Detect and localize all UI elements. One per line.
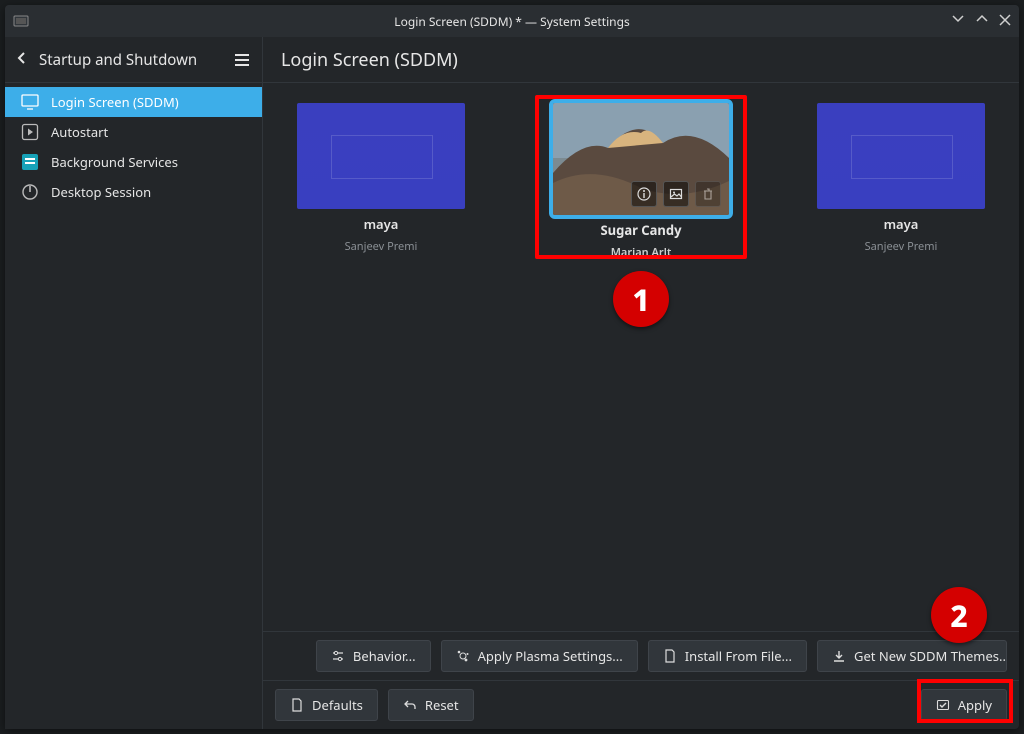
system-settings-window: Login Screen (SDDM) * — System Settings … <box>5 5 1019 729</box>
button-label: Apply Plasma Settings... <box>478 647 623 665</box>
theme-card-maya-2[interactable]: maya Sanjeev Premi <box>801 103 1001 260</box>
sidebar-item-label: Background Services <box>51 153 178 171</box>
download-icon <box>832 649 846 663</box>
sidebar-back-label: Startup and Shutdown <box>39 50 197 70</box>
power-icon <box>21 183 39 201</box>
theme-author-label: Sanjeev Premi <box>865 239 938 254</box>
reset-button[interactable]: Reset <box>388 689 474 721</box>
chevron-left-icon <box>15 50 29 70</box>
theme-name-label: maya <box>364 215 399 233</box>
button-label: Behavior... <box>353 647 416 665</box>
hamburger-menu-icon[interactable] <box>232 50 252 70</box>
theme-preview-button[interactable] <box>663 181 689 207</box>
play-square-icon <box>21 123 39 141</box>
monitor-icon <box>21 93 39 111</box>
annotation-badge-2: 2 <box>931 587 987 643</box>
dialog-button-bar: Defaults Reset Apply <box>263 680 1019 729</box>
button-label: Defaults <box>312 696 363 714</box>
sidebar-item-desktop-session[interactable]: Desktop Session <box>5 177 262 207</box>
window-maximize-icon[interactable] <box>975 12 989 31</box>
theme-gallery: maya Sanjeev Premi <box>263 83 1019 631</box>
sidebar-item-login-screen[interactable]: Login Screen (SDDM) <box>5 87 262 117</box>
button-label: Get New SDDM Themes... <box>854 647 1007 665</box>
window-close-icon[interactable] <box>999 12 1011 31</box>
undo-icon <box>403 698 417 712</box>
sidebar-item-background-services[interactable]: Background Services <box>5 147 262 177</box>
defaults-button[interactable]: Defaults <box>275 689 378 721</box>
titlebar: Login Screen (SDDM) * — System Settings <box>5 5 1019 37</box>
theme-thumbnail <box>817 103 985 209</box>
sidebar-item-autostart[interactable]: Autostart <box>5 117 262 147</box>
theme-info-button[interactable] <box>631 181 657 207</box>
app-icon <box>13 13 29 29</box>
apply-plasma-settings-button[interactable]: Apply Plasma Settings... <box>441 640 638 672</box>
button-label: Install From File... <box>685 647 792 665</box>
sidebar-item-label: Login Screen (SDDM) <box>51 93 179 111</box>
annotation-badge-1: 1 <box>613 271 669 327</box>
sidebar-item-label: Desktop Session <box>51 183 151 201</box>
document-icon <box>663 649 677 663</box>
window-minimize-icon[interactable] <box>951 12 965 31</box>
sidebar-back-button[interactable]: Startup and Shutdown <box>15 50 197 70</box>
action-toolbar: Behavior... Apply Plasma Settings... Ins… <box>263 631 1019 680</box>
services-icon <box>21 153 39 171</box>
window-title: Login Screen (SDDM) * — System Settings <box>394 13 629 30</box>
get-new-themes-button[interactable]: Get New SDDM Themes... <box>817 640 1007 672</box>
page-title: Login Screen (SDDM) <box>263 37 1019 83</box>
theme-thumbnail <box>297 103 465 209</box>
theme-card-sugar-candy[interactable] <box>553 103 729 215</box>
button-label: Reset <box>425 696 459 714</box>
behavior-button[interactable]: Behavior... <box>316 640 431 672</box>
sidebar-item-label: Autostart <box>51 123 108 141</box>
document-revert-icon <box>290 698 304 712</box>
theme-author-label: Sanjeev Premi <box>345 239 418 254</box>
theme-name-label: maya <box>884 215 919 233</box>
install-from-file-button[interactable]: Install From File... <box>648 640 807 672</box>
annotation-box-2 <box>917 679 1013 723</box>
sliders-icon <box>331 649 345 663</box>
main-panel: Login Screen (SDDM) maya Sanjeev Premi <box>263 37 1019 729</box>
theme-card-maya-1[interactable]: maya Sanjeev Premi <box>281 103 481 260</box>
plasma-icon <box>456 649 470 663</box>
sidebar: Startup and Shutdown Login Screen (SDDM)… <box>5 37 263 729</box>
theme-delete-button[interactable] <box>695 181 721 207</box>
